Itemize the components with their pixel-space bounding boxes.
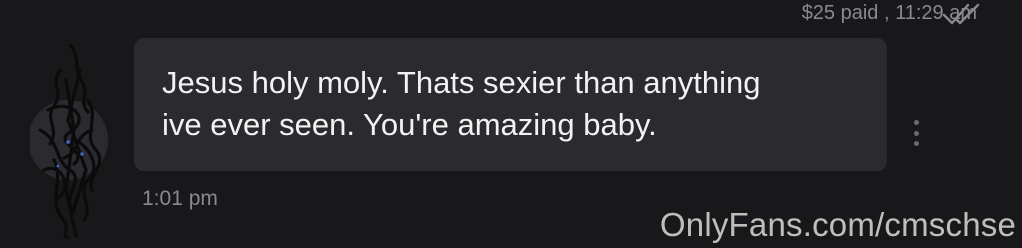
vertical-dots-icon: [913, 120, 919, 125]
vertical-dots-icon: [913, 130, 919, 136]
avatar[interactable]: [30, 40, 130, 240]
double-check-icon: [942, 3, 980, 25]
message-text: Jesus holy moly. Thats sexier than anyth…: [162, 65, 761, 142]
vertical-dots-icon: [913, 141, 919, 146]
message-bubble[interactable]: Jesus holy moly. Thats sexier than anyth…: [134, 38, 887, 171]
chat-screen: $25 paid , 11:29 am Jesus holy moly. Tha…: [0, 0, 1022, 248]
message-options-button[interactable]: [906, 116, 926, 150]
message-timestamp: 1:01 pm: [142, 187, 218, 210]
watermark-text: OnlyFans.com/cmschse: [659, 206, 1016, 243]
